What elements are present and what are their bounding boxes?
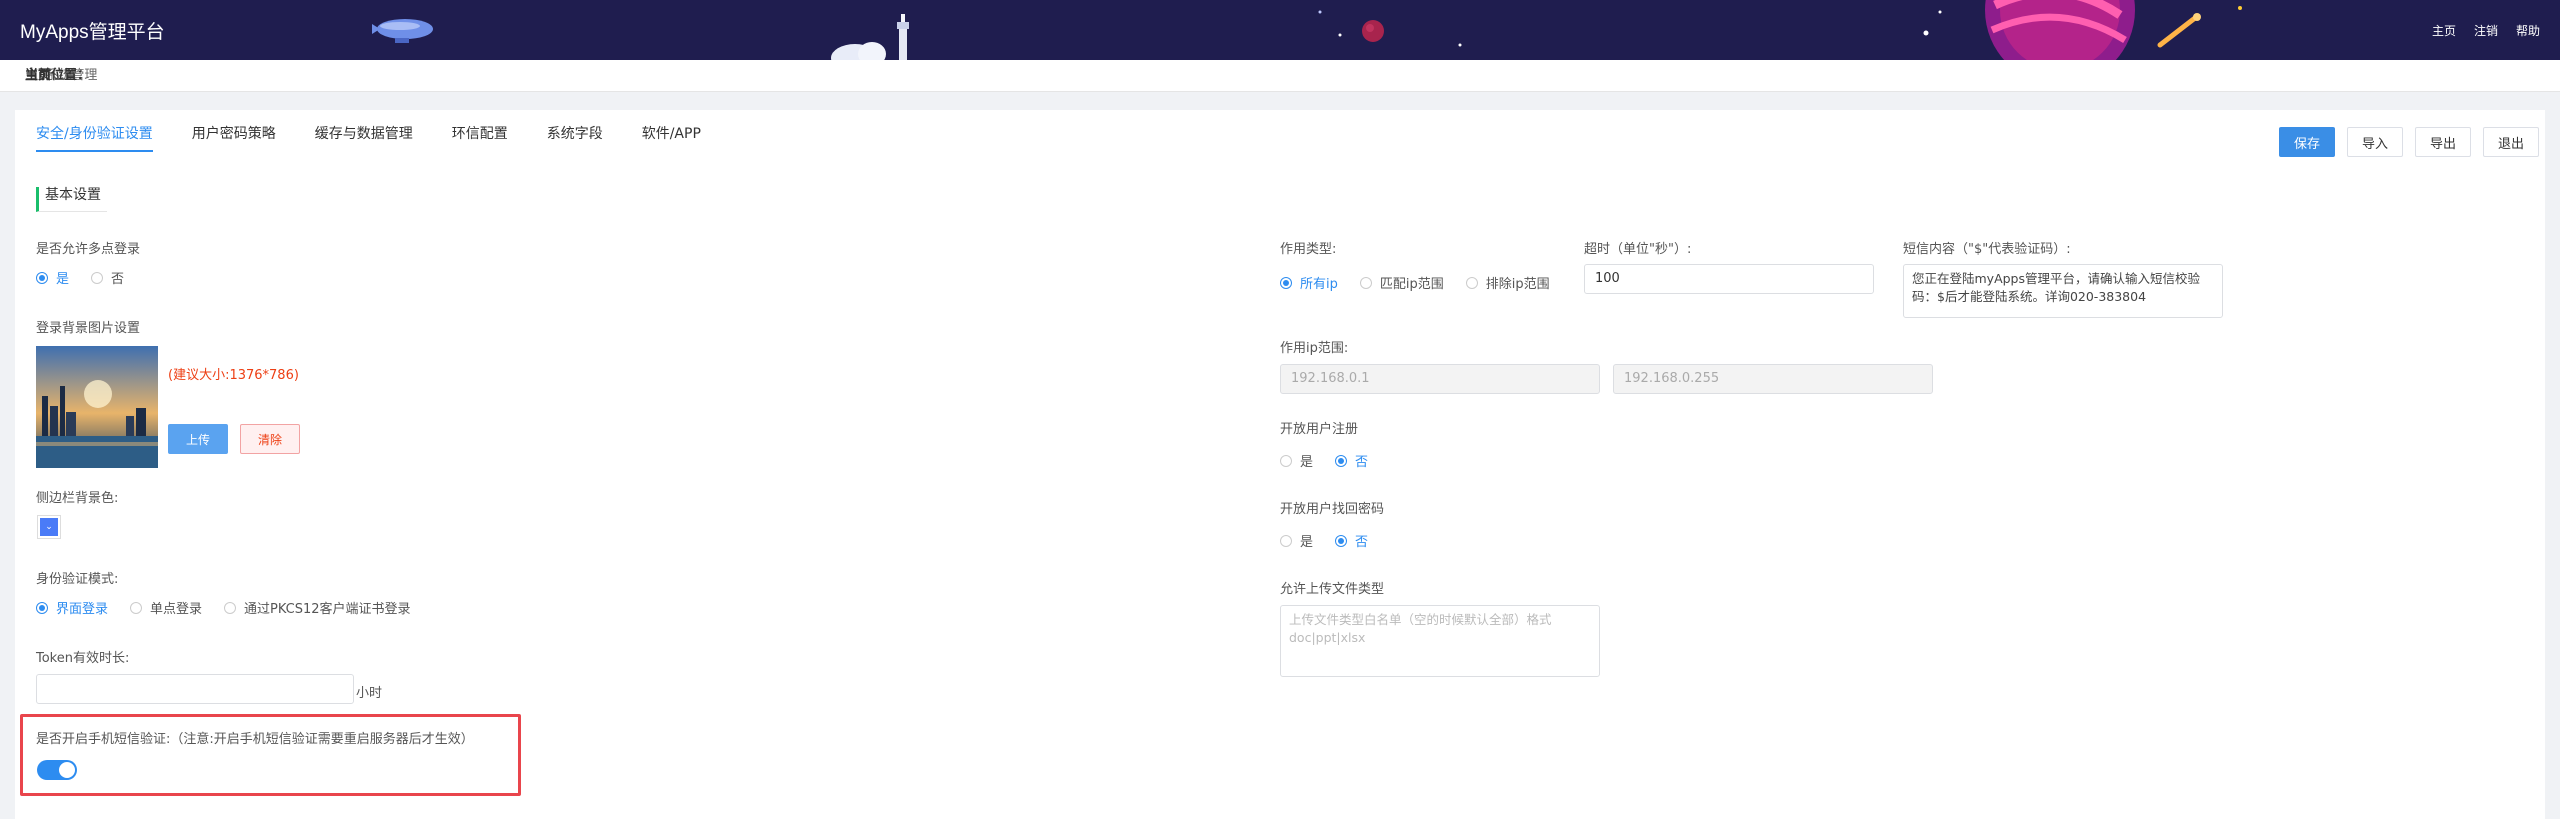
sms-content-label: 短信内容（"$"代表验证码）:: [1903, 242, 2071, 257]
import-button[interactable]: 导入: [2346, 127, 2403, 157]
tab-password-policy[interactable]: 用户密码策略: [192, 123, 276, 152]
register-label: 开放用户注册: [1280, 422, 1359, 437]
multi-login-radio-group: 是 否: [36, 268, 146, 287]
settings-panel: 安全/身份验证设置 用户密码策略 缓存与数据管理 环信配置 系统字段 软件/AP…: [15, 110, 2545, 819]
nav-help-link[interactable]: 帮助: [2516, 22, 2540, 39]
settings-tabs: 安全/身份验证设置 用户密码策略 缓存与数据管理 环信配置 系统字段 软件/AP…: [36, 123, 740, 152]
recover-yes-radio[interactable]: 是: [1280, 531, 1313, 550]
section-title: 基本设置: [36, 187, 107, 212]
nav-home-link[interactable]: 主页: [2432, 22, 2456, 39]
timeout-input[interactable]: 100: [1584, 264, 1874, 294]
clear-button[interactable]: 清除: [240, 424, 300, 454]
scope-exclude-ip-radio[interactable]: 排除ip范围: [1465, 273, 1550, 292]
token-label: Token有效时长:: [36, 651, 130, 666]
auth-mode-label: 身份验证模式:: [36, 572, 119, 587]
scope-match-ip-radio[interactable]: 匹配ip范围: [1359, 273, 1444, 292]
sms-verify-toggle[interactable]: [37, 760, 77, 780]
sidebar-color-label: 侧边栏背景色:: [36, 491, 119, 506]
breadcrumb: 当前位置： 主页 / 系统管理: [0, 60, 2560, 92]
recover-password-radio-group: 是 否: [1280, 531, 1390, 550]
cloud-lighthouse-icon: [831, 14, 909, 60]
register-no-radio[interactable]: 否: [1335, 451, 1368, 470]
top-nav: 主页 注销 帮助: [2432, 22, 2540, 39]
header-decoration: [372, 0, 2242, 60]
sms-verify-label: 是否开启手机短信验证:（注意:开启手机短信验证需要重启服务器后才生效）: [36, 732, 474, 747]
bg-image-label: 登录背景图片设置: [36, 321, 141, 336]
app-title: MyApps管理平台: [20, 22, 165, 43]
ip-end-input[interactable]: 192.168.0.255: [1613, 364, 1933, 394]
sidebar-color-picker[interactable]: ⌄: [37, 515, 61, 539]
chevron-down-icon: ⌄: [40, 518, 58, 536]
recover-no-radio[interactable]: 否: [1335, 531, 1368, 550]
upload-types-label: 允许上传文件类型: [1280, 582, 1385, 597]
tab-system-fields[interactable]: 系统字段: [547, 123, 603, 152]
token-unit: 小时: [356, 686, 383, 701]
tab-cache-data[interactable]: 缓存与数据管理: [315, 123, 413, 152]
nav-logout-link[interactable]: 注销: [2474, 22, 2498, 39]
auth-mode-radio-group: 界面登录 单点登录 通过PKCS12客户端证书登录: [36, 598, 433, 617]
toolbar: 保存 导入 导出 退出: [2278, 127, 2539, 157]
planet-icon: [1318, 10, 1462, 47]
register-yes-radio[interactable]: 是: [1280, 451, 1313, 470]
token-duration-input[interactable]: [36, 674, 354, 704]
multi-login-no-radio[interactable]: 否: [91, 268, 124, 287]
bg-image-preview: [36, 346, 158, 468]
ip-start-input[interactable]: 192.168.0.1: [1280, 364, 1600, 394]
auth-mode-ui-radio[interactable]: 界面登录: [36, 598, 108, 617]
tab-security-auth[interactable]: 安全/身份验证设置: [36, 123, 153, 152]
blimp-icon: [372, 19, 433, 43]
auth-mode-sso-radio[interactable]: 单点登录: [130, 598, 202, 617]
ip-range-label: 作用ip范围:: [1280, 341, 1349, 356]
breadcrumb-home-link[interactable]: 主页: [25, 60, 51, 91]
register-radio-group: 是 否: [1280, 451, 1390, 470]
multi-login-yes-radio[interactable]: 是: [36, 268, 69, 287]
scope-type-label: 作用类型:: [1280, 242, 1337, 257]
multi-login-label: 是否允许多点登录: [36, 242, 141, 257]
tab-easemob-config[interactable]: 环信配置: [452, 123, 508, 152]
recover-password-label: 开放用户找回密码: [1280, 502, 1385, 517]
upload-button[interactable]: 上传: [168, 424, 228, 454]
sms-content-textarea[interactable]: 您正在登陆myApps管理平台，请确认输入短信校验码：$后才能登陆系统。详询02…: [1903, 264, 2223, 318]
export-button[interactable]: 导出: [2414, 127, 2471, 157]
sms-highlight-box: [20, 714, 521, 796]
upload-types-textarea[interactable]: 上传文件类型白名单（空的时候默认全部）格式doc|ppt|xlsx: [1280, 605, 1600, 677]
exit-button[interactable]: 退出: [2482, 127, 2539, 157]
auth-mode-pkcs12-radio[interactable]: 通过PKCS12客户端证书登录: [224, 598, 411, 617]
bg-image-size-hint: (建议大小:1376*786): [168, 368, 299, 383]
timeout-label: 超时（单位"秒"）:: [1584, 242, 1692, 257]
scope-all-ip-radio[interactable]: 所有ip: [1280, 273, 1338, 292]
save-button[interactable]: 保存: [2278, 127, 2335, 157]
comet-icon: [2157, 6, 2242, 48]
scope-type-radio-group: 所有ip 匹配ip范围 排除ip范围: [1280, 273, 1550, 292]
top-header: MyApps管理平台 主页 注销 帮助: [0, 0, 2560, 60]
large-planet-icon: [1923, 0, 2135, 60]
tab-software-app[interactable]: 软件/APP: [642, 123, 701, 152]
